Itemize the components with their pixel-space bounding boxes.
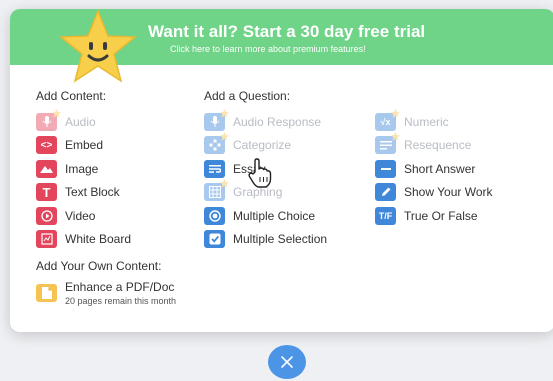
add-multiple-selection-item[interactable]: Multiple Selection	[204, 228, 327, 252]
categorize-icon	[204, 132, 229, 155]
add-true-or-false-item[interactable]: T/F True Or False	[375, 204, 493, 228]
add-embed-item[interactable]: <> Embed	[36, 134, 131, 158]
add-categorize-label: Categorize	[233, 138, 292, 153]
add-image-label: Image	[65, 161, 99, 176]
add-short-answer-item[interactable]: Short Answer	[375, 157, 493, 181]
letter-t-icon: T	[36, 183, 57, 202]
checkbox-check-icon	[204, 230, 225, 249]
enhance-pdf-doc-item[interactable]: Enhance a PDF/Doc 20 pages remain this m…	[36, 280, 176, 306]
premium-star-icon	[391, 132, 400, 141]
add-white-board-item[interactable]: White Board	[36, 228, 131, 252]
whiteboard-icon	[36, 230, 57, 249]
add-multiple-choice-label: Multiple Choice	[233, 208, 316, 223]
add-audio-response-label: Audio Response	[233, 114, 322, 129]
add-categorize-item[interactable]: Categorize	[204, 132, 327, 158]
pencil-icon	[375, 183, 396, 202]
add-true-or-false-label: True Or False	[404, 208, 478, 223]
add-audio-item[interactable]: Audio	[36, 108, 131, 134]
add-audio-label: Audio	[65, 114, 96, 129]
grid-icon	[204, 179, 229, 202]
add-white-board-label: White Board	[65, 232, 132, 247]
premium-star-icon	[391, 108, 400, 118]
true-false-icon: T/F	[375, 206, 396, 225]
banner-title: Want it all? Start a 30 day free trial	[148, 22, 426, 41]
short-line-icon	[375, 159, 396, 178]
document-icon	[36, 284, 57, 302]
pages-remaining-text: 20 pages remain this month	[65, 296, 177, 306]
add-content-section: Add Content: Audio <> Embed Image T Text…	[36, 89, 131, 251]
add-image-item[interactable]: Image	[36, 157, 131, 181]
add-audio-response-item[interactable]: Audio Response	[204, 108, 327, 134]
hand-pointer-cursor-icon	[248, 158, 272, 188]
resequence-icon	[375, 132, 400, 155]
play-circle-icon	[36, 206, 57, 225]
close-button[interactable]	[268, 345, 306, 379]
close-icon	[281, 356, 293, 368]
enhance-pdf-doc-title: Enhance a PDF/Doc	[65, 280, 175, 294]
add-embed-label: Embed	[65, 138, 104, 153]
add-show-your-work-item[interactable]: Show Your Work	[375, 181, 493, 205]
add-short-answer-label: Short Answer	[404, 161, 476, 176]
add-numeric-item[interactable]: √x Numeric	[375, 108, 493, 134]
add-own-content-heading: Add Your Own Content:	[36, 259, 162, 273]
premium-star-icon	[220, 132, 229, 141]
code-brackets-icon: <>	[36, 136, 57, 155]
premium-star-icon	[220, 108, 229, 118]
add-multiple-choice-item[interactable]: Multiple Choice	[204, 204, 327, 228]
add-item-panel: Want it all? Start a 30 day free trial C…	[10, 9, 553, 332]
add-video-label: Video	[65, 208, 96, 223]
banner-subtitle: Click here to learn more about premium f…	[170, 44, 366, 54]
mountain-image-icon	[36, 159, 57, 178]
add-video-item[interactable]: Video	[36, 204, 131, 228]
premium-star-icon	[220, 179, 229, 188]
add-show-your-work-label: Show Your Work	[404, 185, 493, 200]
microphone-icon	[204, 108, 229, 131]
essay-lines-icon	[204, 159, 225, 178]
radio-target-icon	[204, 206, 225, 225]
star-mascot-icon	[58, 9, 138, 83]
add-question-section-2: √x Numeric Resequence Short Answer Show …	[375, 89, 493, 228]
add-resequence-item[interactable]: Resequence	[375, 132, 493, 158]
microphone-icon	[36, 108, 61, 131]
add-numeric-label: Numeric	[404, 114, 449, 129]
premium-star-icon	[52, 108, 61, 118]
add-question-heading: Add a Question:	[204, 89, 291, 103]
add-text-block-item[interactable]: T Text Block	[36, 181, 131, 205]
add-text-block-label: Text Block	[65, 185, 120, 200]
add-resequence-label: Resequence	[404, 138, 472, 153]
add-multiple-selection-label: Multiple Selection	[233, 232, 328, 247]
square-root-icon: √x	[375, 108, 400, 131]
add-content-heading: Add Content:	[36, 89, 107, 103]
